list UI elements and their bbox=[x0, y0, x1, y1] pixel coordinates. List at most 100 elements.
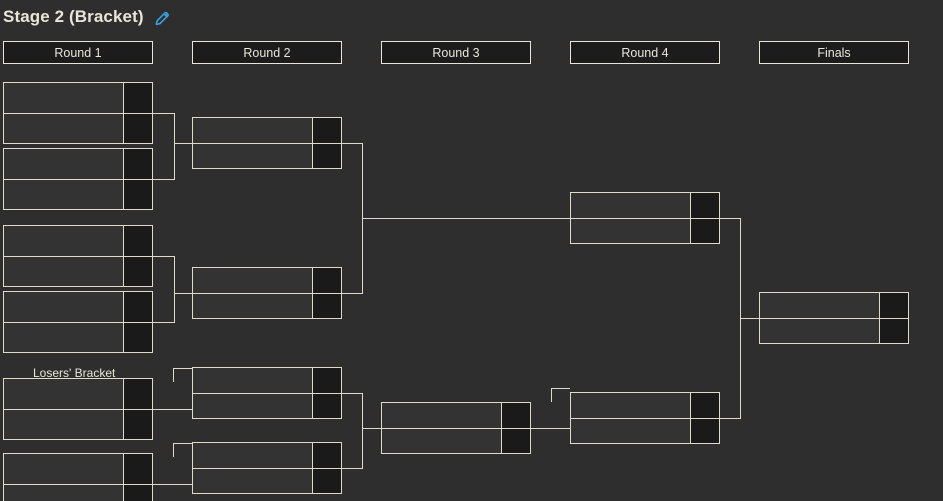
match-slot[interactable] bbox=[193, 292, 341, 319]
match-slot[interactable] bbox=[4, 321, 152, 353]
match-slot[interactable] bbox=[571, 217, 719, 243]
connector-line bbox=[174, 293, 192, 294]
match-slot[interactable] bbox=[193, 118, 341, 143]
team-name bbox=[4, 114, 123, 144]
match-box-w-r4-m1[interactable] bbox=[570, 192, 720, 244]
team-score bbox=[312, 293, 341, 318]
connector-line bbox=[153, 484, 192, 485]
team-name bbox=[193, 368, 312, 393]
team-name bbox=[382, 429, 501, 454]
team-score bbox=[501, 403, 530, 428]
connector-line bbox=[173, 443, 174, 457]
team-name bbox=[193, 118, 312, 143]
connector-line bbox=[153, 179, 175, 180]
match-slot[interactable] bbox=[4, 149, 152, 179]
connector-line bbox=[720, 218, 741, 219]
team-score bbox=[123, 149, 152, 179]
round-header-3[interactable]: Round 3 bbox=[381, 41, 531, 64]
round-header-5[interactable]: Finals bbox=[759, 41, 909, 64]
match-slot[interactable] bbox=[4, 226, 152, 256]
match-slot[interactable] bbox=[4, 454, 152, 484]
connector-line bbox=[174, 113, 175, 143]
team-name bbox=[4, 410, 123, 440]
connector-line bbox=[174, 293, 175, 322]
match-box-w-r1-m1[interactable] bbox=[3, 82, 153, 144]
connector-line bbox=[153, 256, 175, 257]
team-name bbox=[4, 257, 123, 287]
team-score bbox=[123, 179, 152, 209]
match-slot[interactable] bbox=[4, 178, 152, 210]
connector-line bbox=[153, 322, 175, 323]
connector-line bbox=[740, 318, 741, 418]
match-slot[interactable] bbox=[571, 193, 719, 218]
connector-line bbox=[531, 428, 570, 429]
match-slot[interactable] bbox=[4, 408, 152, 440]
team-score bbox=[690, 193, 719, 218]
team-name bbox=[193, 294, 312, 319]
round-header-4[interactable]: Round 4 bbox=[570, 41, 720, 64]
connector-line bbox=[362, 428, 363, 468]
team-name bbox=[760, 293, 879, 318]
match-slot[interactable] bbox=[193, 368, 341, 393]
match-slot[interactable] bbox=[571, 393, 719, 418]
match-slot[interactable] bbox=[4, 483, 152, 501]
team-name bbox=[193, 443, 312, 468]
connector-line bbox=[362, 143, 363, 218]
team-name bbox=[760, 319, 879, 344]
match-slot[interactable] bbox=[760, 293, 908, 318]
connector-line bbox=[173, 443, 192, 444]
team-name bbox=[4, 323, 123, 353]
match-slot[interactable] bbox=[382, 403, 530, 428]
team-score bbox=[123, 379, 152, 409]
connector-line bbox=[362, 428, 381, 429]
team-name bbox=[193, 469, 312, 494]
connector-line bbox=[174, 143, 192, 144]
connector-line bbox=[720, 418, 741, 419]
match-box-l-r1-m1[interactable] bbox=[3, 378, 153, 440]
connector-line bbox=[342, 293, 363, 294]
connector-line bbox=[174, 256, 175, 293]
match-box-f-m1[interactable] bbox=[759, 292, 909, 344]
team-score bbox=[312, 118, 341, 143]
match-box-w-r1-m4[interactable] bbox=[3, 291, 153, 353]
pencil-edit-icon[interactable] bbox=[154, 8, 172, 26]
match-slot[interactable] bbox=[193, 268, 341, 293]
match-slot[interactable] bbox=[4, 255, 152, 287]
match-slot[interactable] bbox=[760, 317, 908, 344]
match-box-w-r1-m3[interactable] bbox=[3, 225, 153, 287]
match-box-l-r4-m1[interactable] bbox=[570, 392, 720, 444]
match-slot[interactable] bbox=[4, 292, 152, 322]
team-name bbox=[4, 226, 123, 256]
bracket-page: Stage 2 (Bracket) Round 1 Round 2 Round 3 R… bbox=[0, 0, 943, 501]
team-score bbox=[123, 484, 152, 501]
match-slot[interactable] bbox=[193, 142, 341, 168]
match-box-l-r2-m1[interactable] bbox=[192, 367, 342, 419]
team-score bbox=[690, 418, 719, 443]
team-name bbox=[4, 379, 123, 409]
match-slot[interactable] bbox=[193, 467, 341, 494]
connector-line bbox=[740, 218, 741, 318]
match-slot[interactable] bbox=[4, 112, 152, 144]
match-box-w-r2-m2[interactable] bbox=[192, 267, 342, 319]
match-slot[interactable] bbox=[4, 83, 152, 113]
match-slot[interactable] bbox=[382, 427, 530, 454]
round-header-1[interactable]: Round 1 bbox=[3, 41, 153, 64]
connector-line bbox=[174, 143, 175, 179]
round-header-2[interactable]: Round 2 bbox=[192, 41, 342, 64]
team-score bbox=[312, 393, 341, 418]
match-slot[interactable] bbox=[4, 379, 152, 409]
match-box-w-r2-m1[interactable] bbox=[192, 117, 342, 169]
team-name bbox=[571, 419, 690, 444]
match-box-l-r2-m2[interactable] bbox=[192, 442, 342, 494]
match-box-w-r1-m2[interactable] bbox=[3, 148, 153, 210]
match-slot[interactable] bbox=[193, 392, 341, 418]
match-box-l-r3-m1[interactable] bbox=[381, 402, 531, 454]
team-name bbox=[382, 403, 501, 428]
match-box-l-r1-m2[interactable] bbox=[3, 453, 153, 501]
team-name bbox=[4, 180, 123, 210]
connector-line bbox=[740, 318, 759, 319]
match-slot[interactable] bbox=[571, 417, 719, 444]
match-slot[interactable] bbox=[193, 443, 341, 468]
team-score bbox=[123, 256, 152, 286]
team-name bbox=[4, 485, 123, 501]
